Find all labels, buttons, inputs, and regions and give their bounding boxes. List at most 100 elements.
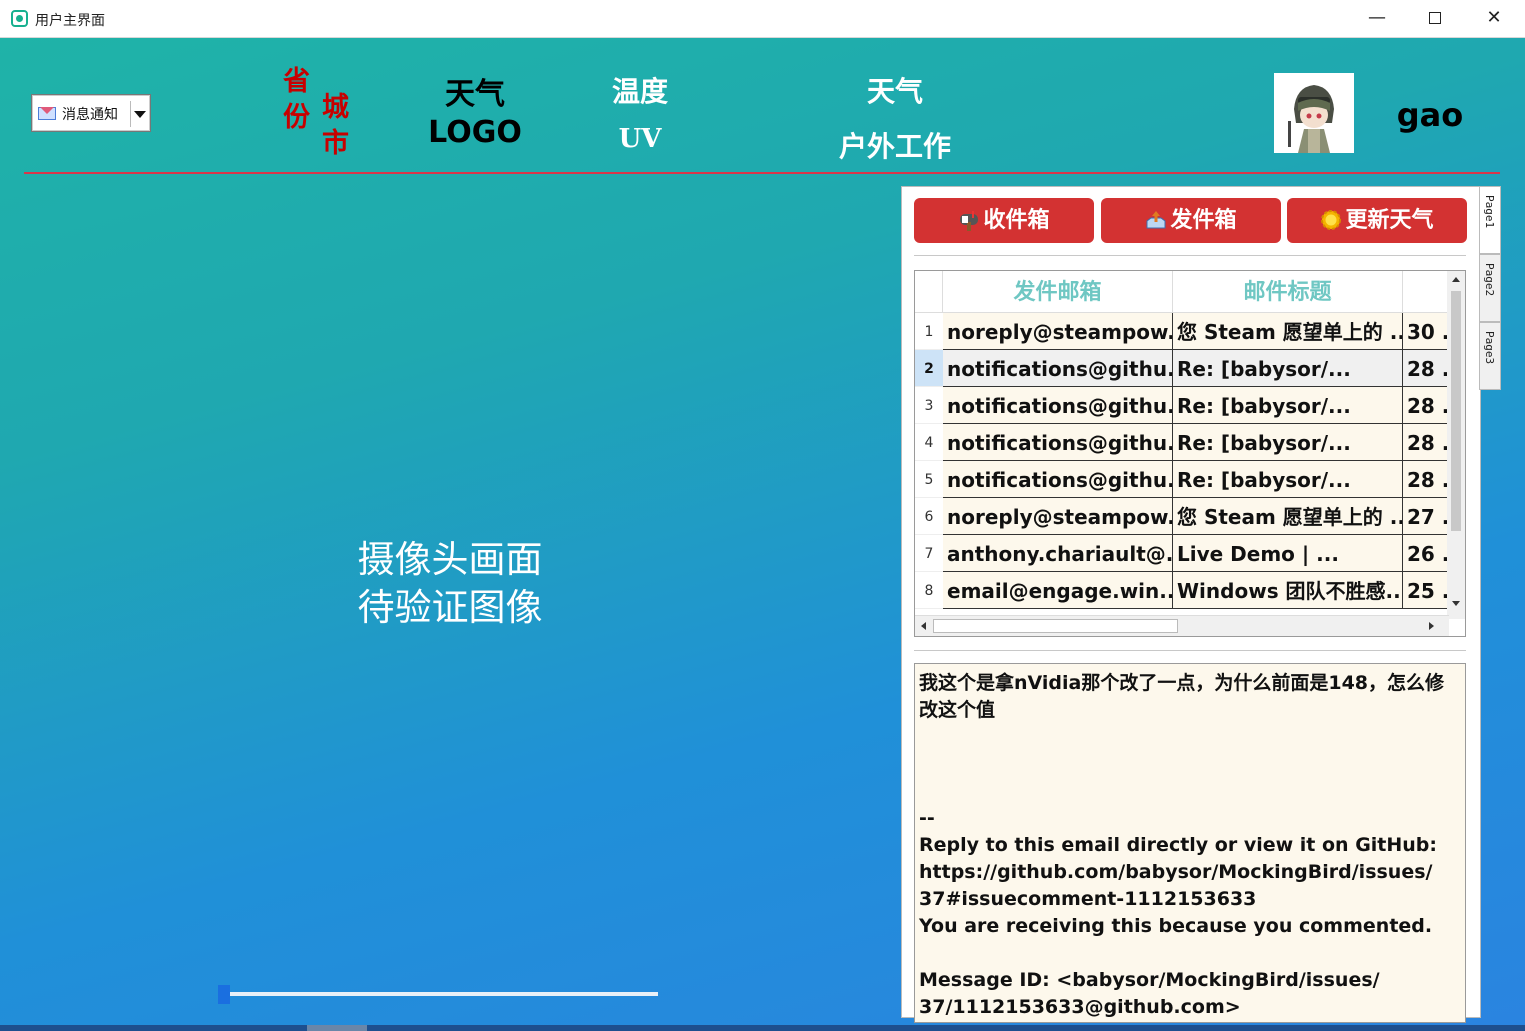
mail-icon (38, 107, 56, 120)
inbox-button[interactable]: 收件箱 (914, 198, 1094, 243)
title-bar: 用户主界面 — ✕ (0, 0, 1525, 38)
scroll-right-icon[interactable] (1429, 622, 1434, 630)
cell-date[interactable]: 28 . (1403, 461, 1449, 498)
weather-logo-line1: 天气 (445, 77, 505, 112)
tab-page2-label: Page2 (1483, 263, 1496, 297)
maximize-icon (1429, 12, 1441, 24)
cell-sender[interactable]: noreply@steampow... (943, 498, 1173, 535)
cell-sender[interactable]: notifications@githu... (943, 350, 1173, 387)
table-corner (915, 271, 943, 313)
mail-body-content: 我这个是拿nVidia那个改了一点，为什么前面是148，怎么修改这个值 -- R… (919, 672, 1445, 1018)
cell-subject[interactable]: 您 Steam 愿望单上的 ... (1173, 498, 1403, 535)
uv-label: UV (618, 124, 662, 154)
row-number: 1 (915, 313, 943, 350)
outdoor-work-label: 户外工作 (838, 130, 951, 163)
row-number: 5 (915, 461, 943, 498)
outbox-button-label: 发件箱 (1170, 208, 1237, 233)
update-weather-button[interactable]: 更新天气 (1287, 198, 1467, 243)
scroll-left-icon[interactable] (921, 622, 926, 630)
row-number: 3 (915, 387, 943, 424)
horizontal-scroll-thumb[interactable] (933, 619, 1178, 633)
tab-page2[interactable]: Page2 (1479, 254, 1501, 322)
bottom-bar-segment (307, 1025, 367, 1031)
minimize-button[interactable]: — (1348, 0, 1406, 38)
inbox-button-label: 收件箱 (983, 208, 1050, 233)
table-row[interactable]: 7 anthony.chariault@... Live Demo | ... … (915, 535, 1449, 572)
panel-divider-top (914, 255, 1466, 256)
cell-date[interactable]: 26 . (1403, 535, 1449, 572)
row-number: 4 (915, 424, 943, 461)
tab-page3-label: Page3 (1483, 331, 1496, 365)
cell-subject[interactable]: Re: [babysor/... (1173, 424, 1403, 461)
cell-date[interactable]: 28 . (1403, 424, 1449, 461)
sun-icon (1321, 210, 1342, 230)
panel-divider-bottom (914, 650, 1466, 651)
row-number: 2 (915, 350, 943, 387)
maximize-button[interactable] (1406, 0, 1464, 38)
cell-subject[interactable]: 您 Steam 愿望单上的 ... (1173, 313, 1403, 350)
camera-slider-handle[interactable] (218, 985, 230, 1004)
cell-subject[interactable]: Live Demo | ... (1173, 535, 1403, 572)
table-row[interactable]: 3 notifications@githu... Re: [babysor/..… (915, 387, 1449, 424)
mail-table[interactable]: 发件邮箱 邮件标题 1 noreply@steampow... 您 Steam … (914, 270, 1466, 637)
cell-date[interactable]: 30 . (1403, 313, 1449, 350)
window-title: 用户主界面 (35, 13, 105, 29)
outbox-button[interactable]: 发件箱 (1101, 198, 1281, 243)
app-icon (11, 10, 28, 27)
username: gao (1396, 96, 1464, 134)
table-vertical-scrollbar[interactable] (1447, 271, 1465, 619)
table-row[interactable]: 5 notifications@githu... Re: [babysor/..… (915, 461, 1449, 498)
camera-line1: 摄像头画面 (357, 538, 543, 581)
cell-subject[interactable]: Re: [babysor/... (1173, 350, 1403, 387)
cell-sender[interactable]: notifications@githu... (943, 461, 1173, 498)
avatar (1274, 73, 1354, 153)
row-number: 8 (915, 572, 943, 609)
table-row[interactable]: 1 noreply@steampow... 您 Steam 愿望单上的 ... … (915, 313, 1449, 350)
cell-sender[interactable]: notifications@githu... (943, 424, 1173, 461)
tab-page1-label: Page1 (1483, 195, 1496, 229)
tab-page1[interactable]: Page1 (1479, 186, 1501, 254)
mailbox-icon (960, 211, 979, 231)
table-row[interactable]: 8 email@engage.win... Windows 团队不胜感... 2… (915, 572, 1449, 609)
table-row[interactable]: 6 noreply@steampow... 您 Steam 愿望单上的 ... … (915, 498, 1449, 535)
row-number: 6 (915, 498, 943, 535)
temperature-label: 温度 (611, 75, 668, 108)
outbox-icon (1146, 211, 1166, 229)
camera-placeholder: 摄像头画面 待验证图像 (300, 536, 600, 632)
camera-slider-track[interactable] (220, 992, 658, 996)
weather-logo: 天气 LOGO (405, 76, 545, 152)
province-label: 省份 (283, 66, 310, 133)
table-row[interactable]: 4 notifications@githu... Re: [babysor/..… (915, 424, 1449, 461)
table-row[interactable]: 2 notifications@githu... Re: [babysor/..… (915, 350, 1449, 387)
cell-sender[interactable]: notifications@githu... (943, 387, 1173, 424)
avatar-image (1274, 73, 1354, 153)
scroll-up-icon[interactable] (1452, 277, 1460, 282)
cell-date[interactable]: 28 . (1403, 350, 1449, 387)
weather-label: 天气 (866, 75, 923, 108)
mail-body-text[interactable]: 我这个是拿nVidia那个改了一点，为什么前面是148，怎么修改这个值 -- R… (914, 663, 1466, 1023)
column-header-date[interactable] (1403, 271, 1449, 313)
tab-page3[interactable]: Page3 (1479, 322, 1501, 390)
cell-sender[interactable]: anthony.chariault@... (943, 535, 1173, 572)
cell-subject[interactable]: Re: [babysor/... (1173, 461, 1403, 498)
camera-line2: 待验证图像 (357, 586, 543, 629)
notification-select-label: 消息通知 (62, 107, 118, 123)
cell-date[interactable]: 28 . (1403, 387, 1449, 424)
cell-date[interactable]: 25 . (1403, 572, 1449, 609)
row-number: 7 (915, 535, 943, 572)
cell-sender[interactable]: email@engage.win... (943, 572, 1173, 609)
header-divider (24, 172, 1500, 174)
cell-sender[interactable]: noreply@steampow... (943, 313, 1173, 350)
close-button[interactable]: ✕ (1465, 0, 1523, 38)
cell-subject[interactable]: Re: [babysor/... (1173, 387, 1403, 424)
table-horizontal-scrollbar[interactable] (915, 615, 1449, 636)
column-header-subject[interactable]: 邮件标题 (1173, 271, 1403, 313)
column-header-sender[interactable]: 发件邮箱 (943, 271, 1173, 313)
chevron-down-icon[interactable] (130, 101, 148, 127)
scroll-down-icon[interactable] (1452, 601, 1460, 606)
notification-select[interactable]: 消息通知 (31, 94, 151, 132)
cell-subject[interactable]: Windows 团队不胜感... (1173, 572, 1403, 609)
cell-date[interactable]: 27 . (1403, 498, 1449, 535)
vertical-scroll-thumb[interactable] (1451, 291, 1461, 531)
weather-logo-line2: LOGO (428, 115, 522, 150)
